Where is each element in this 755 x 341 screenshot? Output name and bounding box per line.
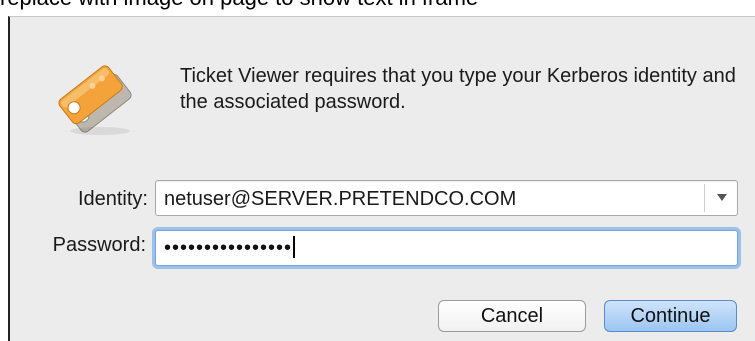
cancel-button[interactable]: Cancel — [438, 300, 586, 332]
password-dots: •••••••••••••••• — [164, 237, 293, 259]
password-field[interactable]: •••••••••••••••• — [155, 230, 738, 266]
combobox-divider — [704, 184, 705, 212]
background-text-snippet: replace with image on page to show text … — [0, 0, 478, 10]
password-mask: •••••••••••••••• — [164, 236, 296, 260]
chevron-down-icon[interactable] — [717, 194, 727, 201]
kerberos-tickets-icon — [58, 65, 132, 135]
kerberos-login-dialog: Ticket Viewer requires that you type you… — [8, 16, 755, 341]
identity-label: Identity: — [77, 188, 148, 210]
continue-button[interactable]: Continue — [604, 300, 737, 332]
identity-value[interactable]: netuser@SERVER.PRETENDCO.COM — [164, 187, 516, 211]
text-caret — [293, 236, 296, 258]
dialog-message: Ticket Viewer requires that you type you… — [180, 65, 736, 113]
screenshot-page: replace with image on page to show text … — [0, 0, 755, 341]
identity-combobox[interactable]: netuser@SERVER.PRETENDCO.COM — [155, 180, 738, 216]
password-label: Password: — [52, 234, 146, 256]
